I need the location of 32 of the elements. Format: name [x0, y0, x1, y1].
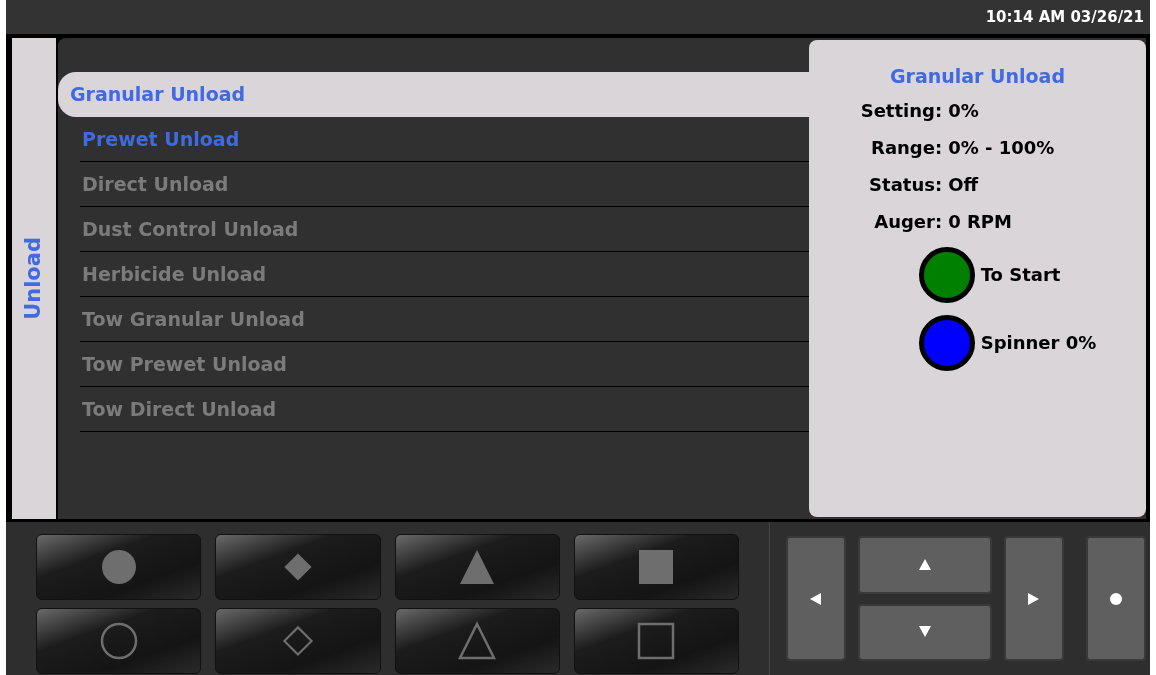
- right-button[interactable]: [1004, 536, 1064, 661]
- softkey-button[interactable]: [394, 534, 560, 600]
- details-title: Granular Unload: [889, 64, 1066, 89]
- softkey-button[interactable]: [573, 607, 739, 674]
- up-button[interactable]: [858, 536, 992, 594]
- indicator-label: Spinner 0%: [980, 331, 1097, 355]
- menu-item[interactable]: Granular Unload: [58, 72, 809, 117]
- menu-item[interactable]: Prewet Unload: [80, 117, 809, 162]
- softkey-button[interactable]: [36, 607, 202, 674]
- clock-text: 10:14 AM 03/26/21: [985, 6, 1144, 28]
- down-button[interactable]: [858, 603, 992, 661]
- select-button[interactable]: [1086, 536, 1146, 661]
- softkey-button[interactable]: [573, 534, 739, 600]
- field-label: Status:: [868, 172, 943, 197]
- right-arrow-icon: [1027, 591, 1041, 606]
- softkey-button[interactable]: [215, 607, 381, 674]
- softkey-button[interactable]: [36, 534, 202, 600]
- field-value: 0 RPM: [948, 209, 1013, 234]
- left-arrow-icon: [809, 591, 823, 606]
- indicator-label: To Start: [980, 263, 1061, 287]
- softkey-button[interactable]: [394, 607, 560, 674]
- dot-icon: [1109, 591, 1123, 606]
- field-label: Setting:: [860, 98, 943, 123]
- softkey-button[interactable]: [215, 534, 381, 600]
- field-label: Auger:: [873, 209, 943, 234]
- field-value: 0% - 100%: [948, 135, 1055, 160]
- field-value: Off: [948, 172, 980, 197]
- side-tab-label: Unload: [20, 237, 47, 320]
- field-label: Range:: [870, 135, 943, 160]
- up-arrow-icon: [918, 557, 932, 572]
- field-value: 0%: [948, 98, 980, 123]
- left-button[interactable]: [786, 536, 846, 661]
